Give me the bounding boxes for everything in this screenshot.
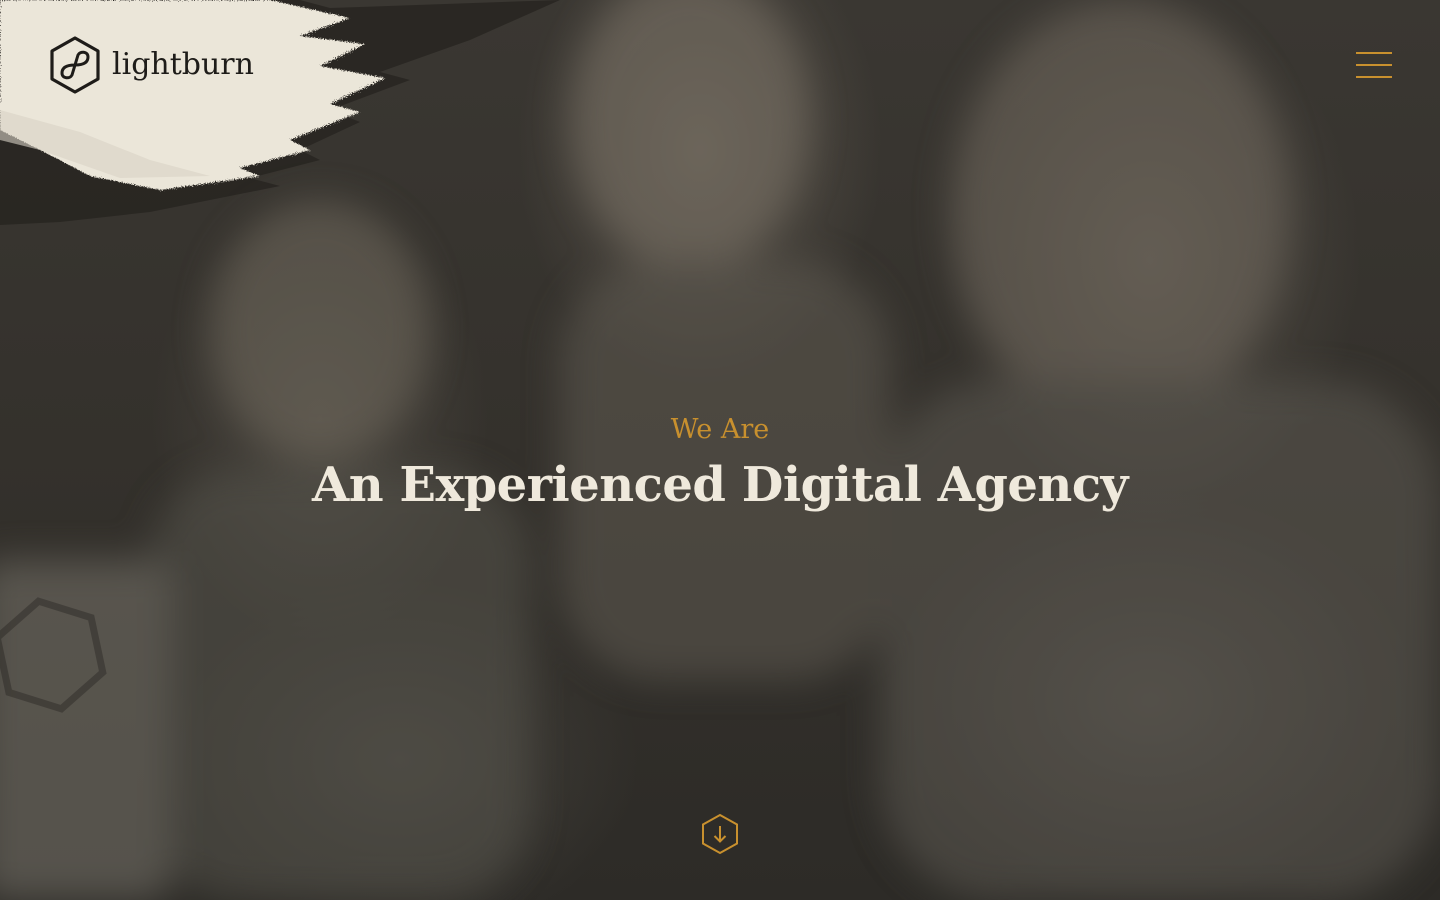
arrow-down-hexagon-icon [702, 813, 738, 855]
hero-eyebrow: We Are [670, 414, 770, 445]
brand-name: lightburn [112, 46, 254, 82]
hero-section: lightburn We Are An Experienced Digital … [0, 0, 1440, 900]
hexagon-infinity-icon [50, 36, 100, 94]
site-logo[interactable]: lightburn [48, 35, 254, 95]
hamburger-line-bottom [1356, 76, 1392, 78]
hero-headline: An Experienced Digital Agency [312, 457, 1128, 513]
hamburger-line-middle [1356, 64, 1392, 66]
hero-headline-block: We Are An Experienced Digital Agency [0, 412, 1440, 518]
scroll-down-button[interactable] [701, 813, 739, 855]
hamburger-menu-icon [1356, 52, 1392, 54]
menu-button[interactable] [1356, 52, 1392, 80]
